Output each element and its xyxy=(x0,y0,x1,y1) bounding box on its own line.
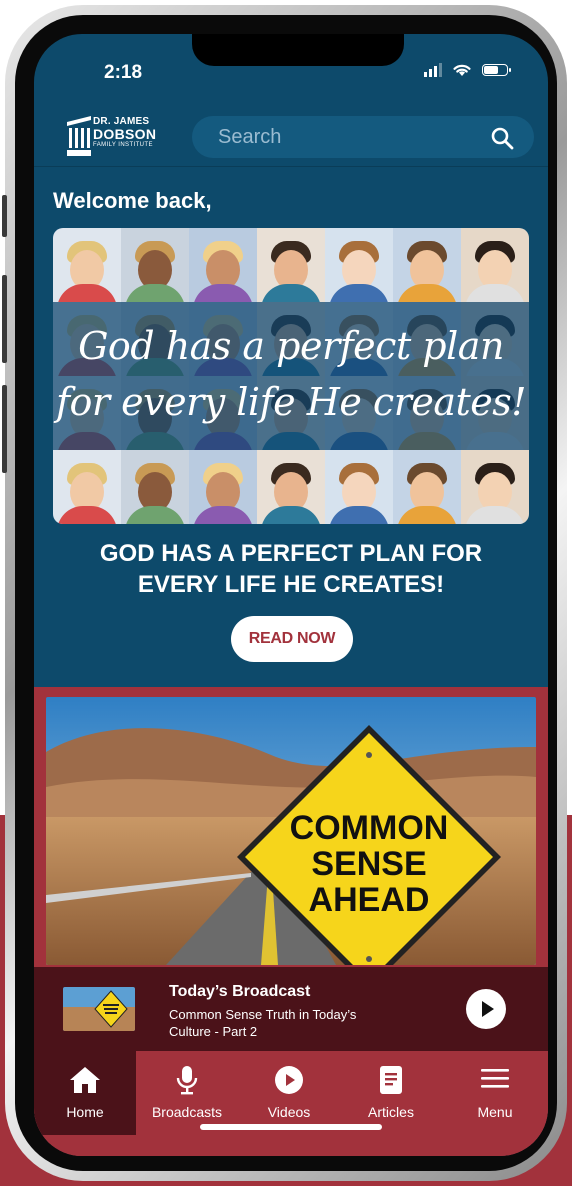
read-now-button[interactable]: READ NOW xyxy=(231,616,353,662)
hamburger-menu-icon xyxy=(481,1069,509,1088)
search-icon[interactable] xyxy=(490,126,514,150)
tab-videos[interactable]: Videos xyxy=(238,1051,340,1135)
logo-line-3: FAMILY INSTITUTE xyxy=(93,142,153,148)
tab-menu[interactable]: Menu xyxy=(442,1051,548,1135)
child-photo-tile xyxy=(461,450,529,524)
child-photo-tile xyxy=(121,228,189,302)
search-input[interactable] xyxy=(216,124,480,150)
sign-line-1: COMMON xyxy=(290,809,449,847)
tab-articles[interactable]: Articles xyxy=(340,1051,442,1135)
header-divider xyxy=(34,166,548,167)
notch xyxy=(192,34,404,66)
feature-headline: GOD HAS A PERFECT PLAN FOR EVERY LIFE HE… xyxy=(99,540,483,598)
tab-label-articles: Articles xyxy=(368,1104,414,1120)
broadcast-thumbnail xyxy=(63,987,135,1031)
tab-label-broadcasts: Broadcasts xyxy=(151,1104,223,1120)
player-subtitle: Common Sense Truth in Today’s Culture - … xyxy=(169,1007,357,1039)
status-icons xyxy=(424,62,511,77)
child-photo-tile xyxy=(393,450,461,524)
child-photo-tile xyxy=(325,450,393,524)
home-icon xyxy=(70,1067,100,1093)
child-photo-tile xyxy=(53,228,121,302)
player-title: Today’s Broadcast xyxy=(169,983,311,1000)
microphone-icon xyxy=(176,1066,198,1095)
child-photo-tile xyxy=(53,450,121,524)
cellular-signal-icon xyxy=(424,62,442,77)
play-button[interactable] xyxy=(466,989,506,1029)
play-icon xyxy=(482,1001,494,1017)
logo-line-2: DOBSON xyxy=(93,126,157,142)
app-screen: 2:18 DR. JAMES DOBSON FAMILY INSTITUTE S… xyxy=(34,34,548,1156)
phone-volume-up xyxy=(2,275,7,363)
bottom-tab-bar: Home Broadcasts Videos Articles Menu xyxy=(34,1051,548,1156)
institute-pillars-icon xyxy=(67,116,91,156)
child-photo-tile xyxy=(257,228,325,302)
child-photo-tile xyxy=(257,450,325,524)
banner-script-line-2: for every life He creates! xyxy=(55,380,527,424)
logo[interactable]: DR. JAMES DOBSON FAMILY INSTITUTE xyxy=(67,116,157,160)
status-time: 2:18 xyxy=(104,62,143,83)
phone-side-button xyxy=(2,195,7,237)
tab-label-videos: Videos xyxy=(267,1104,311,1120)
child-photo-tile xyxy=(121,450,189,524)
battery-icon xyxy=(482,63,511,76)
sign-line-2: SENSE xyxy=(311,845,426,883)
featured-banner[interactable]: God has a perfect plan for every life He… xyxy=(53,228,529,524)
phone-volume-down xyxy=(2,385,7,473)
tab-label-menu: Menu xyxy=(477,1104,513,1120)
child-photo-tile xyxy=(393,228,461,302)
now-playing-bar[interactable]: Today’s Broadcast Common Sense Truth in … xyxy=(34,967,548,1051)
home-indicator[interactable] xyxy=(200,1124,382,1130)
search-bar[interactable] xyxy=(192,116,534,158)
child-photo-tile xyxy=(461,228,529,302)
tab-broadcasts[interactable]: Broadcasts xyxy=(136,1051,238,1135)
wifi-icon xyxy=(453,64,471,76)
welcome-text: Welcome back, xyxy=(53,188,212,213)
sign-line-3: AHEAD xyxy=(309,881,430,919)
tab-home[interactable]: Home xyxy=(34,1051,136,1135)
child-photo-tile xyxy=(325,228,393,302)
app-header: DR. JAMES DOBSON FAMILY INSTITUTE xyxy=(34,106,548,164)
play-circle-icon xyxy=(275,1066,303,1094)
child-photo-tile xyxy=(189,450,257,524)
tab-label-home: Home xyxy=(66,1104,104,1120)
banner-script-line-1: God has a perfect plan xyxy=(78,324,504,368)
child-photo-tile xyxy=(189,228,257,302)
document-icon xyxy=(380,1066,402,1094)
common-sense-feature-image[interactable]: COMMON SENSE AHEAD xyxy=(46,697,536,965)
